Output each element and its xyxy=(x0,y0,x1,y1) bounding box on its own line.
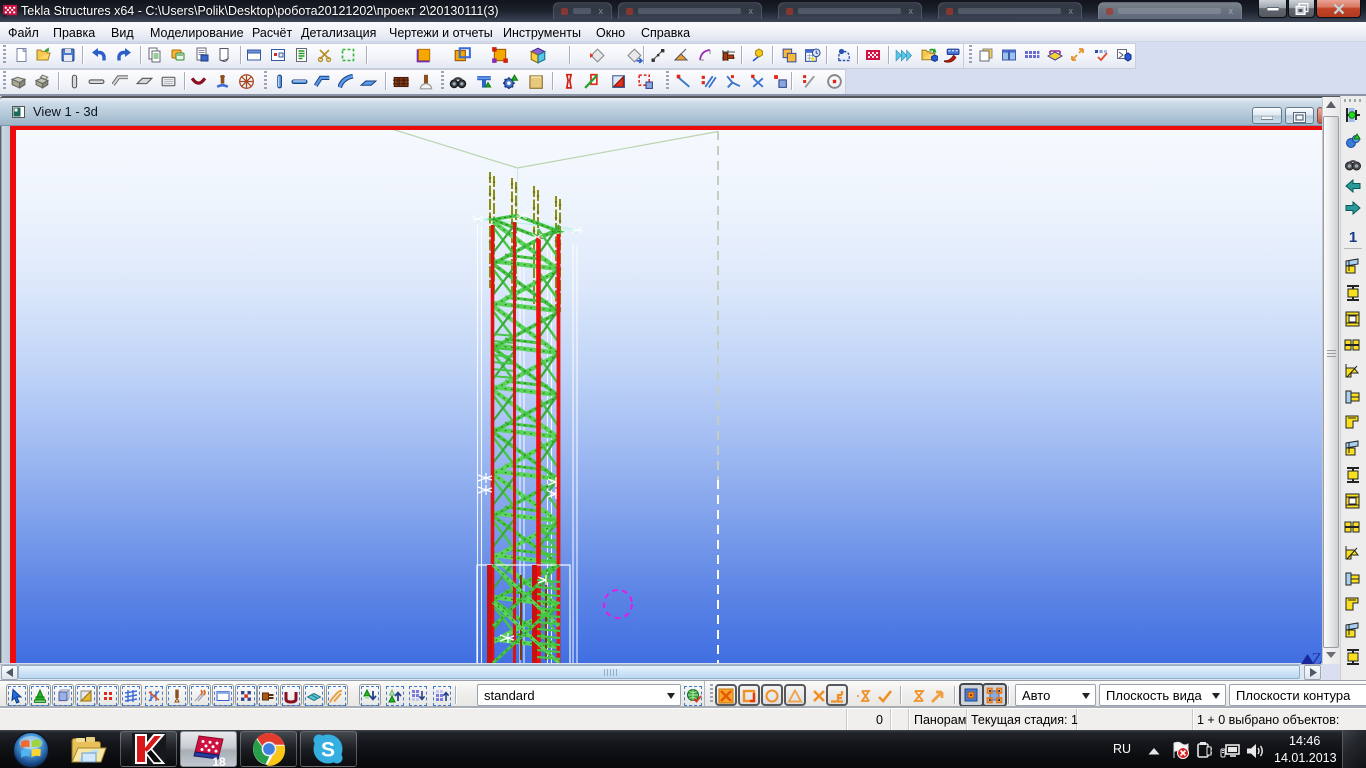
svg-text:1: 1 xyxy=(1349,229,1357,246)
svg-text:Z: Z xyxy=(1312,650,1322,666)
svg-text:18: 18 xyxy=(212,755,226,766)
svg-text:S: S xyxy=(321,739,335,762)
